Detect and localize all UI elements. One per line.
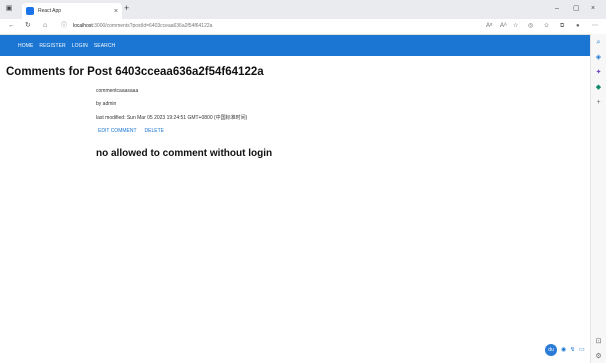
reload-icon[interactable]: ↻ — [25, 20, 31, 32]
screenshot-icon[interactable]: ▭ — [579, 346, 585, 354]
home-icon[interactable]: ⌂ — [43, 20, 47, 32]
comment-last-modified: last modified: Sun Mar 05 2023 19:24:51 … — [96, 115, 248, 121]
comment-body: commentcaaasaaa — [96, 88, 139, 94]
outlook-icon[interactable]: ◆ — [594, 83, 603, 92]
browser-tab[interactable]: React App × — [22, 3, 122, 19]
chat-icon[interactable]: ◉ — [561, 346, 566, 354]
react-favicon-icon — [26, 7, 34, 15]
url-path: :3000/comments?postId=6403cceaa636a2f54f… — [92, 23, 213, 29]
search-icon[interactable]: ⌕ — [594, 38, 603, 47]
shopping-icon[interactable]: ◈ — [594, 53, 603, 62]
edit-comment-button[interactable]: EDIT COMMENT — [98, 128, 137, 134]
nav-register[interactable]: REGISTER — [39, 43, 65, 49]
comment-actions: EDIT COMMENT DELETE — [98, 128, 172, 134]
url-host: localhost — [73, 23, 93, 29]
minimize-button[interactable]: – — [555, 4, 559, 14]
delete-button[interactable]: DELETE — [145, 128, 164, 134]
collections-icon[interactable]: ⧉ — [560, 21, 564, 32]
nav-search[interactable]: SEARCH — [94, 43, 115, 49]
games-icon[interactable]: ✦ — [594, 68, 603, 77]
tab-title: React App — [38, 8, 62, 14]
comment-author: by admin — [96, 101, 117, 107]
read-aloud-icon[interactable]: Aᵅ — [486, 21, 492, 32]
tab-close-icon[interactable]: × — [114, 8, 118, 15]
assistant-icon[interactable]: du — [545, 344, 557, 356]
site-info-icon[interactable]: ⓘ — [61, 21, 67, 32]
more-menu-icon[interactable]: ⋯ — [592, 21, 598, 32]
back-icon[interactable]: ← — [8, 20, 15, 32]
app-navbar: HOME REGISTER LOGIN SEARCH — [0, 35, 590, 56]
new-tab-button[interactable]: + — [124, 4, 129, 13]
add-sidebar-icon[interactable]: + — [594, 98, 603, 107]
login-required-notice: no allowed to comment without login — [96, 148, 273, 159]
sidebar-settings-icon[interactable]: ⊡ — [594, 337, 603, 346]
text-size-icon[interactable]: Aᴬ — [500, 21, 507, 32]
address-bar[interactable]: ⓘ localhost :3000/comments?postId=6403cc… — [61, 21, 481, 32]
favorites-icon[interactable]: ✩ — [544, 21, 549, 32]
nav-home[interactable]: HOME — [18, 43, 33, 49]
tab-actions-icon[interactable]: ▣ — [4, 4, 14, 13]
gear-icon[interactable]: ⚙ — [594, 352, 603, 361]
maximize-button[interactable]: ▢ — [573, 4, 580, 14]
profile-icon[interactable]: ● — [576, 21, 580, 32]
nav-login[interactable]: LOGIN — [72, 43, 88, 49]
translate-icon[interactable]: ↯ — [570, 346, 575, 354]
extension-icon[interactable]: ◎ — [528, 21, 533, 32]
add-favorite-icon[interactable]: ☆ — [513, 21, 518, 32]
close-window-button[interactable]: × — [591, 4, 595, 14]
page-title: Comments for Post 6403cceaa636a2f54f6412… — [6, 66, 264, 78]
